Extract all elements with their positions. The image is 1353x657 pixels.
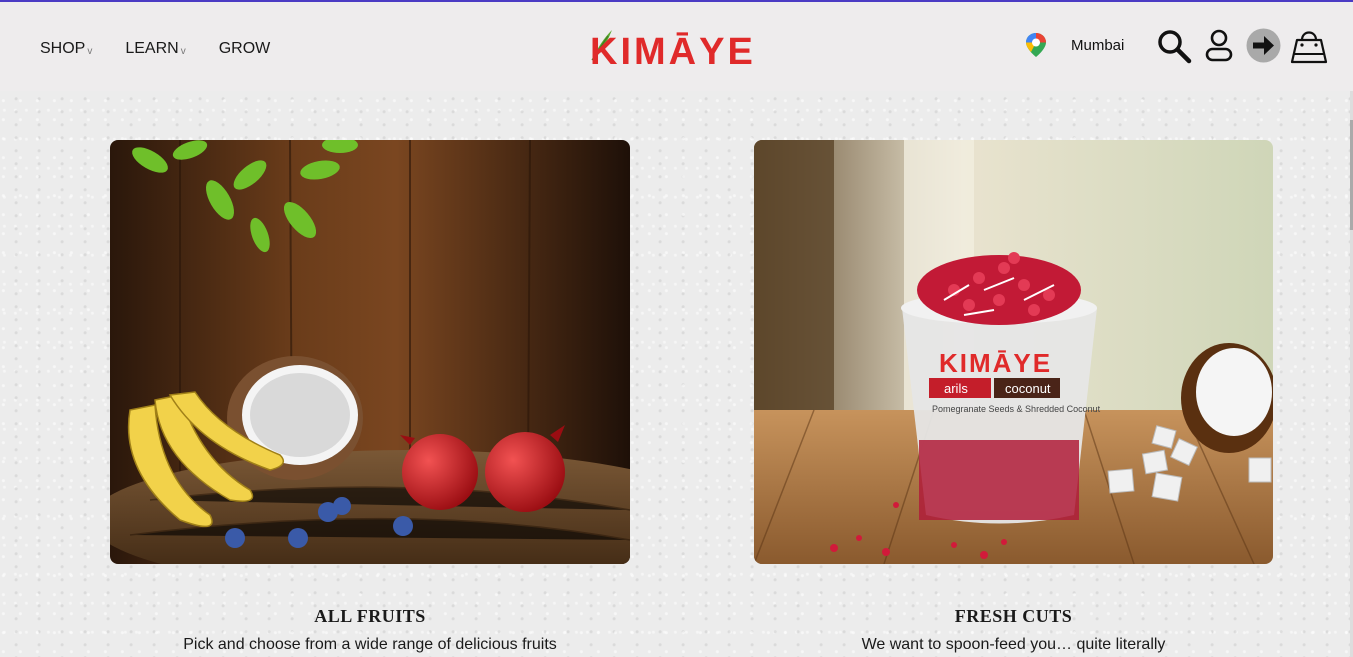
- main-nav: SHOP v LEARN v GROW: [40, 40, 270, 58]
- nav-learn-label: LEARN: [125, 40, 179, 57]
- chevron-down-icon: v: [87, 46, 93, 57]
- logo-icon: KIMĀYE: [590, 30, 756, 73]
- site-header: SHOP v LEARN v GROW KIMĀYE Mumbai: [0, 2, 1353, 91]
- user-icon: [1205, 29, 1233, 62]
- shopping-bag-icon: [1290, 31, 1328, 64]
- nav-shop[interactable]: SHOP v: [40, 40, 92, 58]
- nav-grow-label: GROW: [218, 40, 271, 57]
- card-description: We want to spoon-feed you… quite literal…: [861, 636, 1166, 653]
- category-card-fresh-cuts[interactable]: KIMĀYE arils coconut Pomegranate Seeds &…: [754, 140, 1273, 653]
- account-button[interactable]: [1204, 28, 1234, 64]
- chevron-down-icon: v: [180, 46, 186, 57]
- nav-learn[interactable]: LEARN v: [125, 40, 185, 58]
- logo-text: KIMĀYE: [590, 31, 756, 70]
- fresh-cuts-illustration: KIMĀYE arils coconut Pomegranate Seeds &…: [754, 140, 1273, 564]
- brand-logo[interactable]: KIMĀYE: [586, 24, 768, 73]
- cart-button[interactable]: [1290, 26, 1328, 66]
- search-icon: [1158, 30, 1192, 64]
- search-button[interactable]: [1156, 28, 1192, 64]
- card-title: ALL FRUITS: [314, 606, 426, 626]
- login-button[interactable]: [1246, 28, 1281, 63]
- nav-grow[interactable]: GROW: [219, 40, 271, 58]
- arrow-right-circle-icon: [1246, 28, 1281, 63]
- location-city: Mumbai: [1071, 37, 1125, 54]
- fruits-illustration: [110, 140, 630, 564]
- card-title: FRESH CUTS: [954, 606, 1073, 626]
- category-card-all-fruits[interactable]: ALL FRUITS Pick and choose from a wide r…: [110, 140, 630, 653]
- location-selector[interactable]: Mumbai: [1025, 32, 1124, 58]
- cup-brand-text: KIMĀYE: [939, 348, 1052, 378]
- pomegranate-coconut-cup-image[interactable]: KIMĀYE arils coconut Pomegranate Seeds &…: [754, 140, 1273, 564]
- cup-subtitle: Pomegranate Seeds & Shredded Coconut: [932, 404, 1101, 414]
- map-pin-icon: [1026, 33, 1046, 57]
- card-description: Pick and choose from a wide range of del…: [183, 636, 557, 653]
- cup-label-coconut: coconut: [1005, 381, 1051, 396]
- cup-label-arils: arils: [944, 381, 968, 396]
- nav-shop-label: SHOP: [40, 40, 86, 57]
- fruits-on-wooden-table-image[interactable]: [110, 140, 630, 564]
